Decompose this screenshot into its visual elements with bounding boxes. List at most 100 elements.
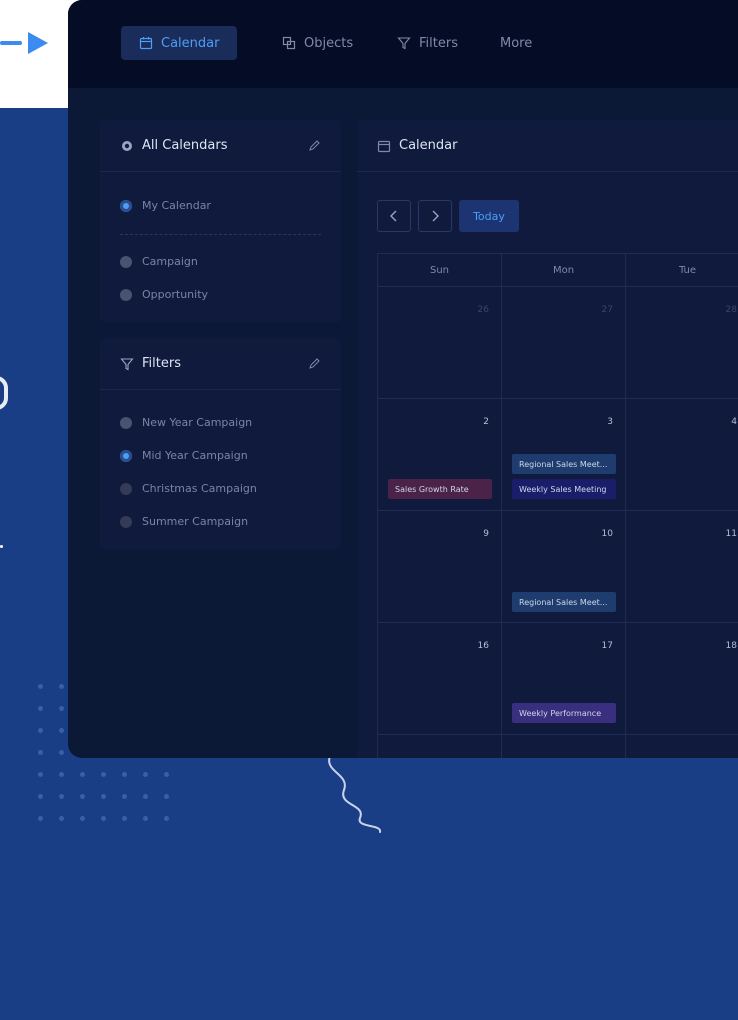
nav-label: More — [500, 35, 533, 51]
nav-tab-objects[interactable]: Objects — [282, 26, 353, 60]
filter-option-summer[interactable]: Summer Campaign — [120, 515, 248, 528]
nav-tab-more[interactable]: More — [500, 26, 532, 60]
calendar-option-my-calendar[interactable]: My Calendar — [120, 199, 211, 212]
radio-icon — [120, 416, 132, 429]
calendar-icon — [377, 140, 391, 152]
event-chip[interactable]: Regional Sales Meet... — [512, 454, 616, 474]
calendar-panel: Calendar Today Sun Mon Tue 26 27 28 2 Sa… — [357, 120, 738, 758]
weekday-label: Sun — [378, 254, 502, 286]
decor-dot — [38, 750, 43, 755]
filters-panel: Filters New Year Campaign Mid Year Campa… — [100, 338, 341, 550]
day-cell[interactable]: 17 Weekly Performance — [502, 623, 626, 734]
edit-icon[interactable] — [308, 139, 321, 152]
play-arrow-icon — [28, 32, 48, 54]
day-cell[interactable] — [502, 735, 626, 758]
day-cell[interactable]: 4 — [626, 399, 738, 510]
app-window: Calendar Objects Filters More All Calend… — [68, 0, 738, 758]
day-number: 28 — [725, 305, 737, 315]
weekday-label: Tue — [626, 254, 738, 286]
arrow-dash — [12, 41, 22, 45]
panel-header: All Calendars — [100, 120, 341, 172]
radio-icon — [120, 515, 132, 528]
decor-dot — [164, 816, 169, 821]
day-cell[interactable]: 16 — [378, 623, 502, 734]
day-number: 16 — [477, 641, 489, 651]
day-cell[interactable]: 26 — [378, 287, 502, 398]
decor-dot — [80, 772, 85, 777]
calendar-week: 2 Sales Growth Rate 3 Regional Sales Mee… — [377, 399, 738, 511]
option-label: Mid Year Campaign — [142, 449, 248, 462]
next-button[interactable] — [418, 200, 452, 232]
day-number: 18 — [725, 641, 737, 651]
calendar-option-opportunity[interactable]: Opportunity — [120, 288, 208, 301]
decor-dot — [38, 772, 43, 777]
event-chip[interactable]: Weekly Performance — [512, 703, 616, 723]
day-cell[interactable]: 9 — [378, 511, 502, 622]
decor-dot — [101, 816, 106, 821]
option-label: Christmas Campaign — [142, 482, 257, 495]
decor-dot — [122, 816, 127, 821]
day-number: 26 — [477, 305, 489, 315]
nav-label: Calendar — [161, 35, 220, 51]
decor-dot — [38, 816, 43, 821]
today-button[interactable]: Today — [459, 200, 519, 232]
radio-icon — [120, 255, 132, 268]
filter-option-new-year[interactable]: New Year Campaign — [120, 416, 252, 429]
decor-dot — [59, 706, 64, 711]
partial-punctuation — [0, 545, 3, 548]
decor-dot — [80, 794, 85, 799]
prev-button[interactable] — [377, 200, 411, 232]
day-cell[interactable]: 2 Sales Growth Rate — [378, 399, 502, 510]
decor-dot — [59, 794, 64, 799]
event-chip[interactable]: Weekly Sales Meeting — [512, 479, 616, 499]
day-cell[interactable]: 28 — [626, 287, 738, 398]
calendar-week — [377, 735, 738, 758]
decor-dot — [59, 684, 64, 689]
decor-dot — [143, 772, 148, 777]
day-cell[interactable] — [626, 735, 738, 758]
day-number: 17 — [601, 641, 613, 651]
top-nav: Calendar Objects Filters More — [68, 0, 738, 88]
day-cell[interactable]: 11 — [626, 511, 738, 622]
radio-icon — [120, 449, 132, 462]
nav-tab-filters[interactable]: Filters — [397, 26, 458, 60]
panel-title: Filters — [142, 356, 181, 371]
decor-dot — [38, 706, 43, 711]
panel-title: Calendar — [399, 138, 458, 153]
gear-icon — [122, 140, 132, 151]
event-chip[interactable]: Sales Growth Rate — [388, 479, 492, 499]
radio-icon — [120, 482, 132, 495]
day-number: 3 — [607, 417, 613, 427]
divider — [120, 234, 321, 235]
calendar-option-campaign[interactable]: Campaign — [120, 255, 198, 268]
decor-dot — [38, 728, 43, 733]
option-label: Summer Campaign — [142, 515, 249, 528]
chevron-left-icon — [390, 210, 397, 222]
day-cell[interactable] — [378, 735, 502, 758]
event-chip[interactable]: Regional Sales Meet... — [512, 592, 616, 612]
option-label: New Year Campaign — [142, 416, 253, 429]
decor-dot — [59, 728, 64, 733]
filter-icon — [120, 357, 134, 370]
calendar-grid: Sun Mon Tue 26 27 28 2 Sales Growth Rate… — [377, 253, 738, 758]
filter-option-mid-year[interactable]: Mid Year Campaign — [120, 449, 248, 462]
day-number: 11 — [725, 529, 737, 539]
nav-tab-calendar[interactable]: Calendar — [121, 26, 238, 60]
decor-dot — [80, 816, 85, 821]
day-cell[interactable]: 10 Regional Sales Meet... — [502, 511, 626, 622]
edit-icon[interactable] — [308, 357, 321, 370]
day-cell[interactable]: 3 Regional Sales Meet... Weekly Sales Me… — [502, 399, 626, 510]
weekday-label: Mon — [502, 254, 626, 286]
decor-dot — [164, 794, 169, 799]
nav-label: Objects — [304, 35, 354, 51]
option-label: Campaign — [142, 255, 198, 268]
day-cell[interactable]: 27 — [502, 287, 626, 398]
decor-dot — [38, 684, 43, 689]
day-number: 4 — [731, 417, 737, 427]
filter-option-christmas[interactable]: Christmas Campaign — [120, 482, 257, 495]
day-cell[interactable]: 18 — [626, 623, 738, 734]
calendar-icon — [139, 37, 153, 50]
panel-header: Filters — [100, 338, 341, 390]
calendar-week: 26 27 28 — [377, 287, 738, 399]
day-number: 2 — [483, 417, 489, 427]
